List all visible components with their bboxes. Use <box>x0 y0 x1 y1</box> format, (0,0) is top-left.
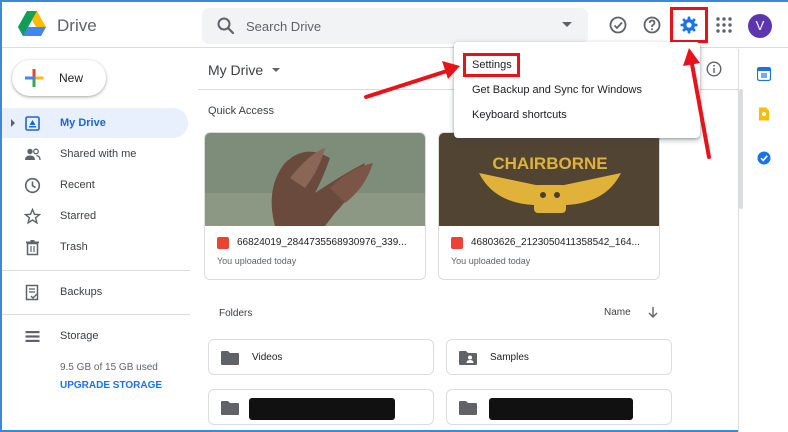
sort-by-name-button[interactable]: Name <box>604 307 631 318</box>
breadcrumb-caret-icon[interactable] <box>272 68 280 72</box>
settings-highlight-box <box>463 53 520 77</box>
sidebar: New My Drive Shared with me Recent Starr… <box>2 49 198 432</box>
apps-grid-icon[interactable] <box>714 15 734 35</box>
card-file-name: 66824019_2844735568930976_339... <box>237 237 407 248</box>
gear-icon[interactable] <box>679 15 699 35</box>
image-thumbnail <box>205 133 425 226</box>
sidebar-item-label: Shared with me <box>60 148 137 160</box>
redacted-folder-name <box>249 398 395 420</box>
upgrade-storage-link[interactable]: UPGRADE STORAGE <box>60 380 162 391</box>
sidebar-item-label: Trash <box>60 241 88 253</box>
offline-ready-icon[interactable] <box>608 15 628 35</box>
menu-item-keyboard-shortcuts[interactable]: Keyboard shortcuts <box>472 109 567 121</box>
folder-item-redacted[interactable] <box>208 389 434 425</box>
sidebar-divider <box>2 270 190 271</box>
folder-name: Videos <box>252 352 283 363</box>
image-file-icon <box>217 237 229 249</box>
menu-item-backup-sync[interactable]: Get Backup and Sync for Windows <box>472 84 642 96</box>
sidebar-item-label: Starred <box>60 210 97 222</box>
folder-icon <box>221 401 239 415</box>
search-input[interactable] <box>246 17 546 35</box>
arrow-down-icon[interactable] <box>646 305 660 319</box>
plus-icon <box>25 69 44 87</box>
sidebar-item-my-drive[interactable]: My Drive <box>2 108 188 138</box>
expand-caret-icon[interactable] <box>11 119 15 127</box>
new-button[interactable]: New <box>12 60 106 96</box>
breadcrumb[interactable]: My Drive <box>208 62 263 78</box>
info-icon[interactable] <box>706 61 722 77</box>
settings-button-highlight[interactable] <box>670 7 708 43</box>
image-thumbnail: CHAIRBORNE <box>439 133 659 226</box>
quick-access-card[interactable]: CHAIRBORNE 46803626_2123050411358542_164… <box>438 132 660 280</box>
image-file-icon <box>451 237 463 249</box>
folder-item-videos[interactable]: Videos <box>208 339 434 375</box>
folder-item-redacted[interactable] <box>446 389 672 425</box>
my-drive-icon <box>25 116 40 131</box>
new-button-label: New <box>59 71 84 85</box>
storage-icon <box>25 331 40 342</box>
tasks-icon[interactable] <box>757 151 771 165</box>
quick-access-card[interactable]: 66824019_2844735568930976_339... You upl… <box>204 132 426 280</box>
quick-access-title: Quick Access <box>208 105 275 117</box>
folder-name: Samples <box>490 352 529 363</box>
shared-folder-icon <box>459 351 477 365</box>
sidebar-item-trash[interactable]: Trash <box>2 232 188 262</box>
folder-icon <box>459 401 477 415</box>
sidebar-item-storage[interactable]: Storage <box>2 321 188 351</box>
folder-item-samples[interactable]: Samples <box>446 339 672 375</box>
sidebar-item-label: Storage <box>60 330 99 342</box>
scrollbar[interactable] <box>739 89 743 209</box>
sidebar-item-shared-with-me[interactable]: Shared with me <box>2 139 188 169</box>
search-bar[interactable] <box>202 8 588 44</box>
card-file-name: 46803626_2123050411358542_164... <box>471 237 640 248</box>
sidebar-item-label: Recent <box>60 179 95 191</box>
sidebar-item-backups[interactable]: Backups <box>2 277 188 307</box>
app-name[interactable]: Drive <box>57 16 97 36</box>
folder-icon <box>221 351 239 365</box>
clock-icon <box>24 177 41 194</box>
search-icon[interactable] <box>216 16 236 36</box>
side-panel-rail <box>738 49 788 432</box>
help-icon[interactable] <box>642 15 662 35</box>
backup-icon <box>25 284 39 301</box>
thumbnail-text: CHAIRBORNE <box>492 154 607 173</box>
card-subtitle: You uploaded today <box>217 256 297 266</box>
calendar-icon[interactable] <box>757 67 771 81</box>
sidebar-item-label: My Drive <box>60 117 106 129</box>
search-options-caret-icon[interactable] <box>562 22 572 27</box>
storage-usage-text: 9.5 GB of 15 GB used <box>60 362 158 373</box>
sidebar-item-starred[interactable]: Starred <box>2 201 188 231</box>
redacted-folder-name <box>489 398 633 420</box>
shared-icon <box>25 148 41 161</box>
sidebar-item-label: Backups <box>60 286 103 298</box>
keep-icon[interactable] <box>757 107 771 121</box>
card-subtitle: You uploaded today <box>451 256 531 266</box>
avatar[interactable]: V <box>748 14 772 38</box>
drive-logo-icon[interactable] <box>18 11 46 37</box>
star-icon <box>24 208 41 225</box>
trash-icon <box>26 240 39 256</box>
folders-title: Folders <box>219 308 253 319</box>
sidebar-divider <box>2 314 190 315</box>
sidebar-item-recent[interactable]: Recent <box>2 170 188 200</box>
